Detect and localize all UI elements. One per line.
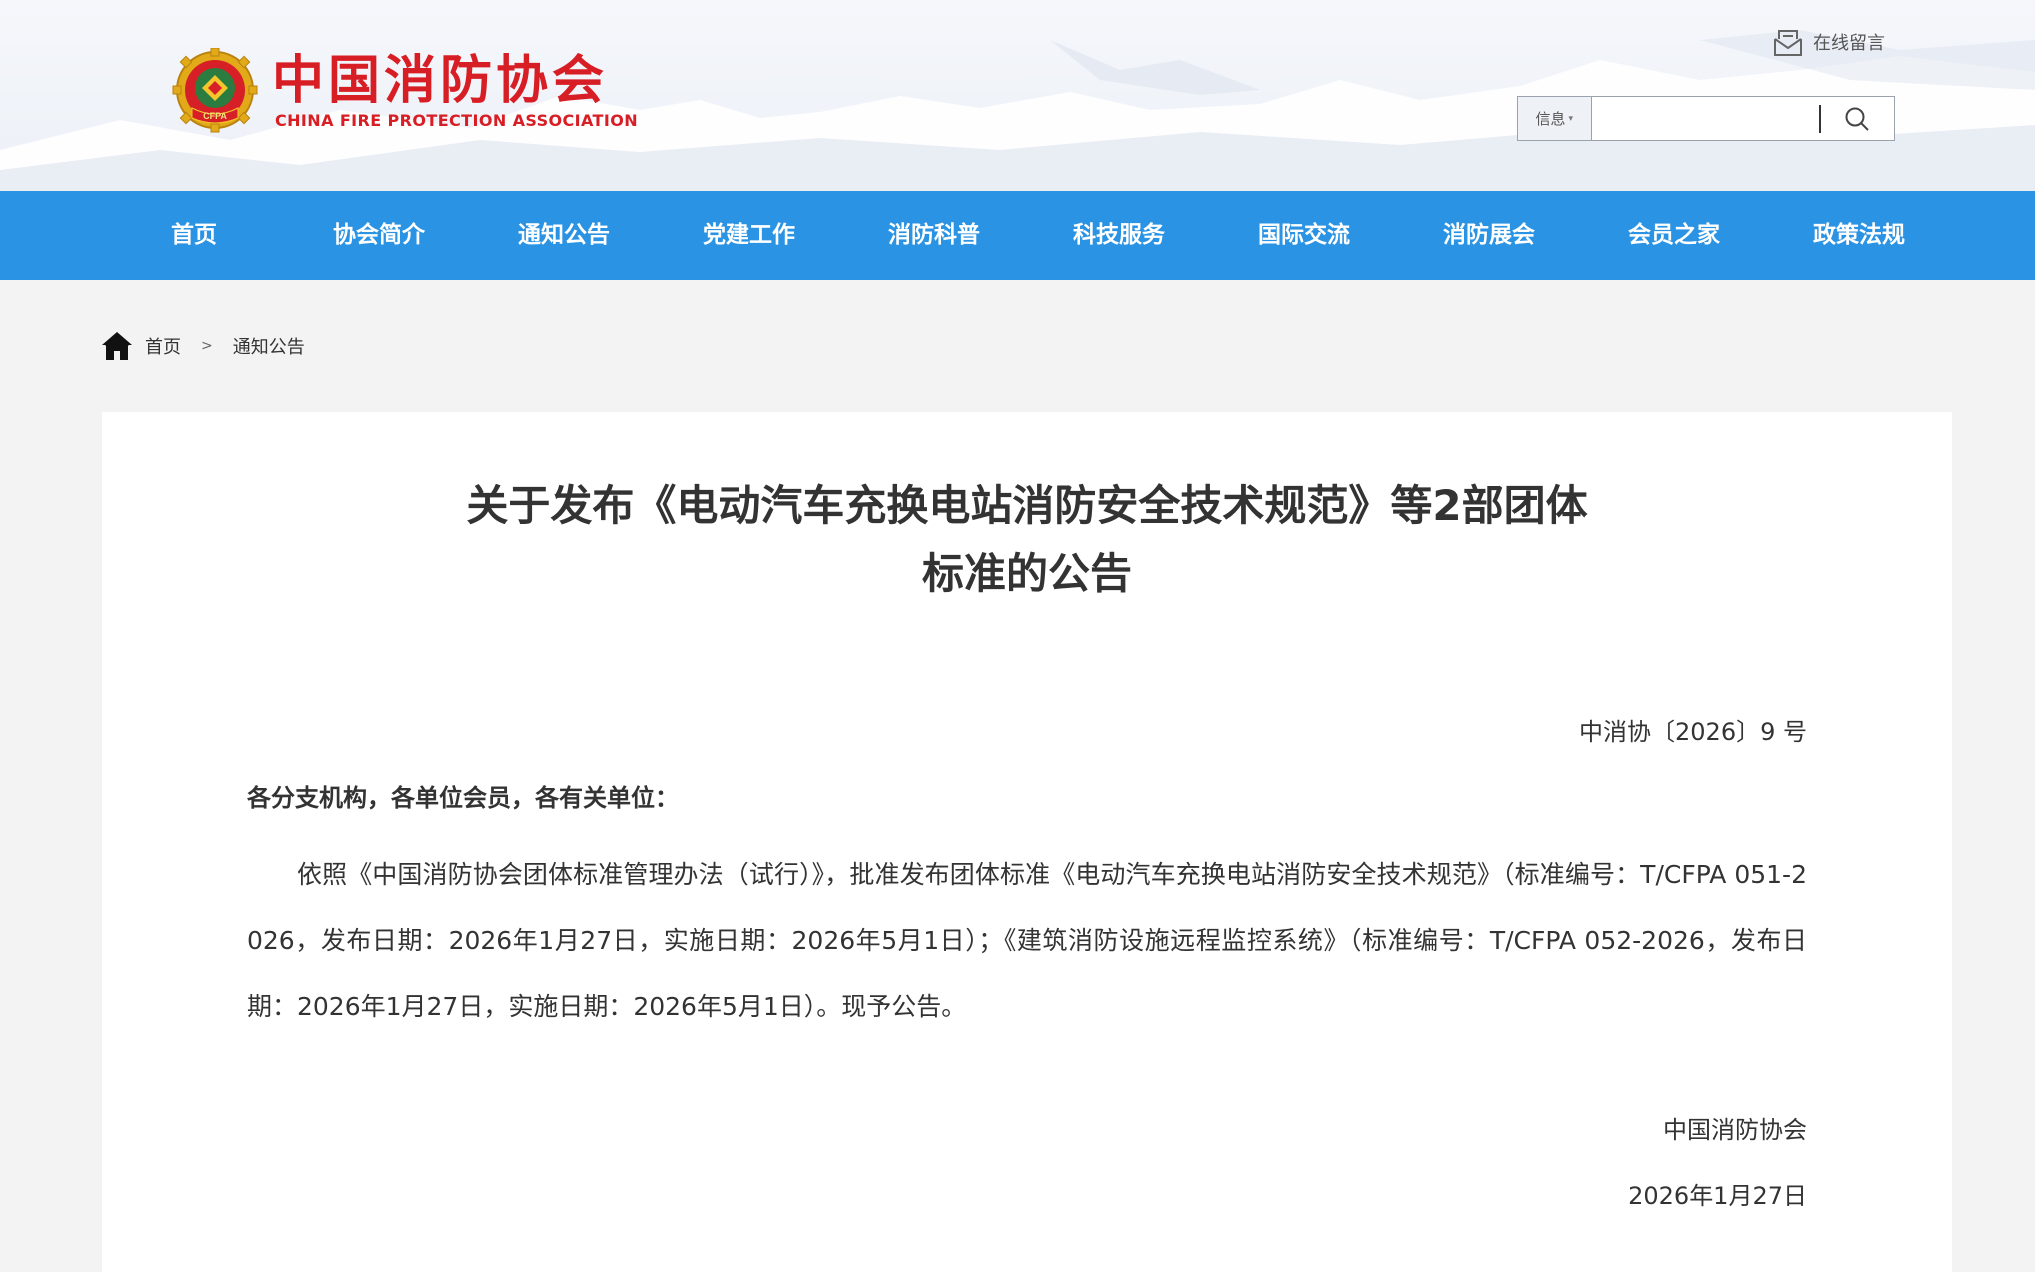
issuer-signature: 中国消防协会 bbox=[1663, 1116, 1807, 1144]
search-button[interactable] bbox=[1821, 97, 1895, 140]
cfpa-emblem-logo[interactable]: CFPA bbox=[170, 47, 260, 136]
article-title-line2: 标准的公告 bbox=[921, 549, 1132, 598]
search-icon bbox=[1845, 107, 1869, 131]
nav-item-exhibitions[interactable]: 消防展会 bbox=[1409, 191, 1569, 280]
nav-item-policies[interactable]: 政策法规 bbox=[1779, 191, 1939, 280]
caret-down-icon: ▾ bbox=[1568, 113, 1574, 124]
online-message-link[interactable]: 在线留言 bbox=[1773, 26, 1885, 58]
breadcrumb: 首页 > 通知公告 bbox=[101, 328, 305, 364]
salutation: 各分支机构，各单位会员，各有关单位： bbox=[247, 784, 679, 812]
home-icon[interactable] bbox=[101, 330, 133, 362]
nav-item-about[interactable]: 协会简介 bbox=[299, 191, 459, 280]
nav-item-party-building[interactable]: 党建工作 bbox=[669, 191, 829, 280]
breadcrumb-current-link[interactable]: 通知公告 bbox=[233, 333, 305, 359]
nav-item-international[interactable]: 国际交流 bbox=[1224, 191, 1384, 280]
article-title: 关于发布《电动汽车充换电站消防安全技术规范》等2部团体 标准的公告 bbox=[102, 472, 1952, 608]
document-number: 中消协〔2026〕9 号 bbox=[1579, 718, 1807, 746]
site-title[interactable]: 中国消防协会 bbox=[272, 50, 608, 112]
search-category-select[interactable]: 信息 ▾ bbox=[1518, 97, 1592, 140]
nav-item-tech-services[interactable]: 科技服务 bbox=[1039, 191, 1199, 280]
online-message-label: 在线留言 bbox=[1813, 33, 1885, 54]
article-panel: 关于发布《电动汽车充换电站消防安全技术规范》等2部团体 标准的公告 中消协〔20… bbox=[102, 412, 1952, 1272]
nav-item-members[interactable]: 会员之家 bbox=[1594, 191, 1754, 280]
nav-item-home[interactable]: 首页 bbox=[114, 191, 274, 280]
nav-item-notices[interactable]: 通知公告 bbox=[484, 191, 644, 280]
main-nav: 首页 协会简介 通知公告 党建工作 消防科普 科技服务 国际交流 消防展会 会员… bbox=[0, 191, 2035, 280]
breadcrumb-separator: > bbox=[201, 338, 213, 354]
mail-icon bbox=[1774, 30, 1802, 56]
search-category-label: 信息 bbox=[1535, 110, 1566, 128]
logo-abbreviation: CFPA bbox=[203, 111, 227, 121]
nav-item-fire-science[interactable]: 消防科普 bbox=[854, 191, 1014, 280]
article-body: 依照《中国消防协会团体标准管理办法（试行）》，批准发布团体标准《电动汽车充换电站… bbox=[247, 860, 1807, 1021]
breadcrumb-home-link[interactable]: 首页 bbox=[145, 333, 181, 359]
search-box: 信息 ▾ bbox=[1517, 96, 1895, 141]
issue-date: 2026年1月27日 bbox=[1628, 1182, 1807, 1210]
search-input[interactable] bbox=[1591, 97, 1819, 140]
site-subtitle: CHINA FIRE PROTECTION ASSOCIATION bbox=[275, 111, 639, 130]
site-header: CFPA 中国消防协会 CHINA FIRE PROTECTION ASSOCI… bbox=[0, 0, 2035, 191]
article-title-line1: 关于发布《电动汽车充换电站消防安全技术规范》等2部团体 bbox=[466, 481, 1588, 530]
